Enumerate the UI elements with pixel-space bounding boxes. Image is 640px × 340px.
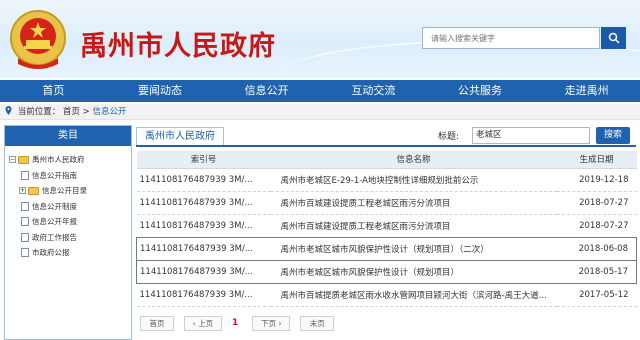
row-date: 2017-05-12 xyxy=(556,283,637,307)
row-date: 2018-05-17 xyxy=(556,260,637,284)
folder-icon xyxy=(28,186,39,195)
breadcrumb-separator: > xyxy=(82,107,90,117)
tree-item-guide[interactable]: 信息公开指南 xyxy=(7,168,131,184)
table-row[interactable]: 1141108176487939 3M/... 禹州市百城建设提质工程老城区雨污… xyxy=(136,191,637,215)
tree-item-label: 政府工作报告 xyxy=(32,232,77,242)
row-index: 1141108176487939 3M/... xyxy=(136,191,271,215)
row-title-link[interactable]: 禹州市百城建设提质工程老城区雨污分流项目 xyxy=(270,214,557,238)
search-input[interactable] xyxy=(422,27,600,49)
filter-search-button[interactable]: 搜索 xyxy=(596,127,630,144)
nav-item-interaction[interactable]: 互动交流 xyxy=(320,80,427,102)
row-index: 1141108176487939 3M/... xyxy=(136,283,271,307)
nav-item-home[interactable]: 首页 xyxy=(0,80,107,102)
pagination: 首页 ‹ 上页 1 下页 › 末页 xyxy=(140,315,344,331)
national-emblem-icon xyxy=(10,10,66,69)
tree-item-annual-report[interactable]: 信息公开年报 xyxy=(7,214,131,230)
results-table: 索引号 信息名称 生成日期 1141108176487939 3M/... 禹州… xyxy=(136,151,637,307)
document-icon xyxy=(21,232,29,242)
category-tree: − 禹州市人民政府 信息公开指南 + 信息公开目录 信息公开制度 信息公开年报 … xyxy=(5,146,131,261)
row-index: 1141108176487939 3M/... xyxy=(136,236,271,261)
tree-item-label: 信息公开制度 xyxy=(32,201,77,211)
main-content: 禹州市人民政府 标题: 老城区 搜索 索引号 信息名称 生成日期 1141108… xyxy=(136,125,637,340)
tree-item-government[interactable]: − 禹州市人民政府 xyxy=(7,152,131,168)
row-title-link[interactable]: 禹州市百城提质老城区雨水收水管网项目颍河大街（滨河路-禹王大道... xyxy=(270,283,557,307)
title-filter-input[interactable]: 老城区 xyxy=(472,127,590,144)
row-date: 2019-12-18 xyxy=(556,168,637,192)
document-icon xyxy=(21,248,29,258)
main-nav: 首页 要闻动态 信息公开 互动交流 公共服务 走进禹州 xyxy=(0,80,640,102)
column-header-date: 生成日期 xyxy=(556,151,637,169)
next-page-label: 下页 xyxy=(261,318,277,328)
table-header-row: 索引号 信息名称 生成日期 xyxy=(136,151,637,169)
row-title-link[interactable]: 禹州市老城区E-29-1-A地块控制性详细规划批前公示 xyxy=(270,168,557,192)
tree-item-gazette[interactable]: 市政府公报 xyxy=(7,245,131,261)
column-header-index: 索引号 xyxy=(136,151,271,169)
main-header: 禹州市人民政府 标题: 老城区 搜索 xyxy=(136,125,636,147)
row-date: 2018-07-27 xyxy=(556,214,637,238)
first-page-button[interactable]: 首页 xyxy=(140,315,174,331)
table-row-highlighted[interactable]: 1141108176487939 3M/... 禹州市老城区城市风貌保护性设计（… xyxy=(136,236,637,261)
prev-page-button[interactable]: ‹ 上页 xyxy=(184,315,222,331)
row-title-link[interactable]: 禹州市老城区城市风貌保护性设计（规划项目） xyxy=(270,260,557,284)
row-index: 1141108176487939 3M/... xyxy=(136,168,271,192)
nav-item-info-public[interactable]: 信息公开 xyxy=(213,80,320,102)
tree-item-label: 信息公开目录 xyxy=(42,186,87,196)
collapse-icon[interactable]: − xyxy=(9,156,16,164)
last-page-button[interactable]: 末页 xyxy=(300,315,335,331)
tree-item-label: 信息公开年报 xyxy=(32,217,77,227)
breadcrumb-label: 当前位置： xyxy=(17,107,61,117)
breadcrumb-current[interactable]: 信息公开 xyxy=(92,107,126,117)
current-page-number[interactable]: 1 xyxy=(232,318,238,328)
table-row[interactable]: 1141108176487939 3M/... 禹州市百城提质老城区雨水收水管网… xyxy=(136,283,637,307)
row-index: 1141108176487939 3M/... xyxy=(136,260,271,284)
category-sidebar: 类目 − 禹州市人民政府 信息公开指南 + 信息公开目录 信息公开制度 信息公开… xyxy=(4,125,132,340)
search-icon xyxy=(608,32,620,44)
expand-icon[interactable]: + xyxy=(19,187,26,195)
nav-item-public-service[interactable]: 公共服务 xyxy=(427,80,534,102)
chevron-right-icon: › xyxy=(276,318,282,328)
row-index: 1141108176487939 3M/... xyxy=(136,214,271,238)
row-title-link[interactable]: 禹州市老城区城市风貌保护性设计（规划项目）（二次） xyxy=(270,236,557,261)
site-title[interactable]: 禹州市人民政府 xyxy=(80,24,276,63)
row-title-link[interactable]: 禹州市百城建设提质工程老城区雨污分流项目 xyxy=(270,191,557,215)
prev-page-label: 上页 xyxy=(198,318,214,328)
main-title: 禹州市人民政府 xyxy=(136,127,224,145)
tree-item-label: 市政府公报 xyxy=(32,248,70,258)
tree-item-label: 信息公开指南 xyxy=(32,170,77,180)
location-icon xyxy=(5,106,12,115)
tree-item-catalog[interactable]: + 信息公开目录 xyxy=(7,183,131,199)
title-filter-label: 标题: xyxy=(438,132,460,142)
sidebar-title: 类目 xyxy=(5,126,131,146)
table-row-highlighted[interactable]: 1141108176487939 3M/... 禹州市老城区城市风貌保护性设计（… xyxy=(136,260,637,284)
breadcrumb-home[interactable]: 首页 xyxy=(63,107,80,117)
next-page-button[interactable]: 下页 › xyxy=(252,315,291,331)
nav-item-about[interactable]: 走进禹州 xyxy=(533,80,640,102)
column-header-name: 信息名称 xyxy=(270,151,557,169)
tree-item-system[interactable]: 信息公开制度 xyxy=(7,199,131,215)
table-row[interactable]: 1141108176487939 3M/... 禹州市百城建设提质工程老城区雨污… xyxy=(136,214,637,238)
row-date: 2018-06-08 xyxy=(556,236,637,261)
document-icon xyxy=(21,217,29,227)
document-icon xyxy=(21,201,29,211)
tree-item-label: 禹州市人民政府 xyxy=(32,155,85,165)
folder-icon xyxy=(18,155,29,164)
row-date: 2018-07-27 xyxy=(556,191,637,215)
search-button[interactable] xyxy=(601,27,626,49)
nav-item-news[interactable]: 要闻动态 xyxy=(107,80,214,102)
document-icon xyxy=(21,170,29,180)
table-row[interactable]: 1141108176487939 3M/... 禹州市老城区E-29-1-A地块… xyxy=(136,168,637,192)
site-header: 禹州市人民政府 xyxy=(0,0,640,78)
tree-item-work-report[interactable]: 政府工作报告 xyxy=(7,230,131,246)
breadcrumb: 当前位置： 首页 > 信息公开 xyxy=(0,104,640,120)
